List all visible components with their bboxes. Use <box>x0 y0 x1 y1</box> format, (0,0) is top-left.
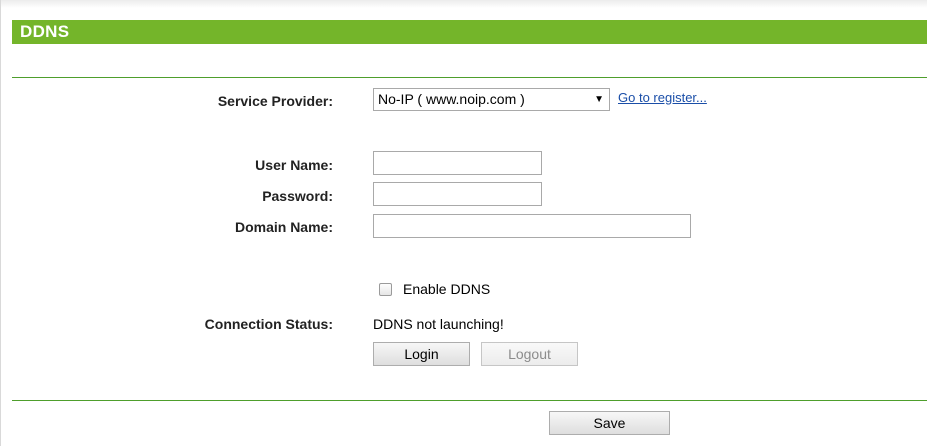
enable-ddns-checkbox[interactable] <box>379 283 392 296</box>
dropdown-arrow-icon: ▼ <box>594 94 604 105</box>
page-title: DDNS <box>12 20 927 44</box>
domain-name-label: Domain Name: <box>234 219 333 235</box>
username-label: User Name: <box>255 157 333 173</box>
service-provider-label: Service Provider: <box>217 93 333 109</box>
bottom-divider <box>12 400 927 401</box>
password-input[interactable] <box>373 182 542 206</box>
logout-button[interactable]: Logout <box>481 342 578 366</box>
left-border <box>0 0 1 446</box>
service-provider-value: No-IP ( www.noip.com ) <box>378 91 525 107</box>
top-divider <box>12 77 927 78</box>
password-label: Password: <box>262 188 333 204</box>
save-button[interactable]: Save <box>549 411 670 435</box>
service-provider-select[interactable]: No-IP ( www.noip.com ) ▼ <box>373 88 610 111</box>
enable-ddns-label: Enable DDNS <box>403 281 491 297</box>
connection-status-value: DDNS not launching! <box>373 316 504 332</box>
domain-name-input[interactable] <box>373 214 691 238</box>
connection-status-label: Connection Status: <box>204 316 333 332</box>
register-link[interactable]: Go to register... <box>618 90 707 105</box>
login-button[interactable]: Login <box>373 342 470 366</box>
top-shadow <box>0 0 927 8</box>
username-input[interactable] <box>373 151 542 175</box>
